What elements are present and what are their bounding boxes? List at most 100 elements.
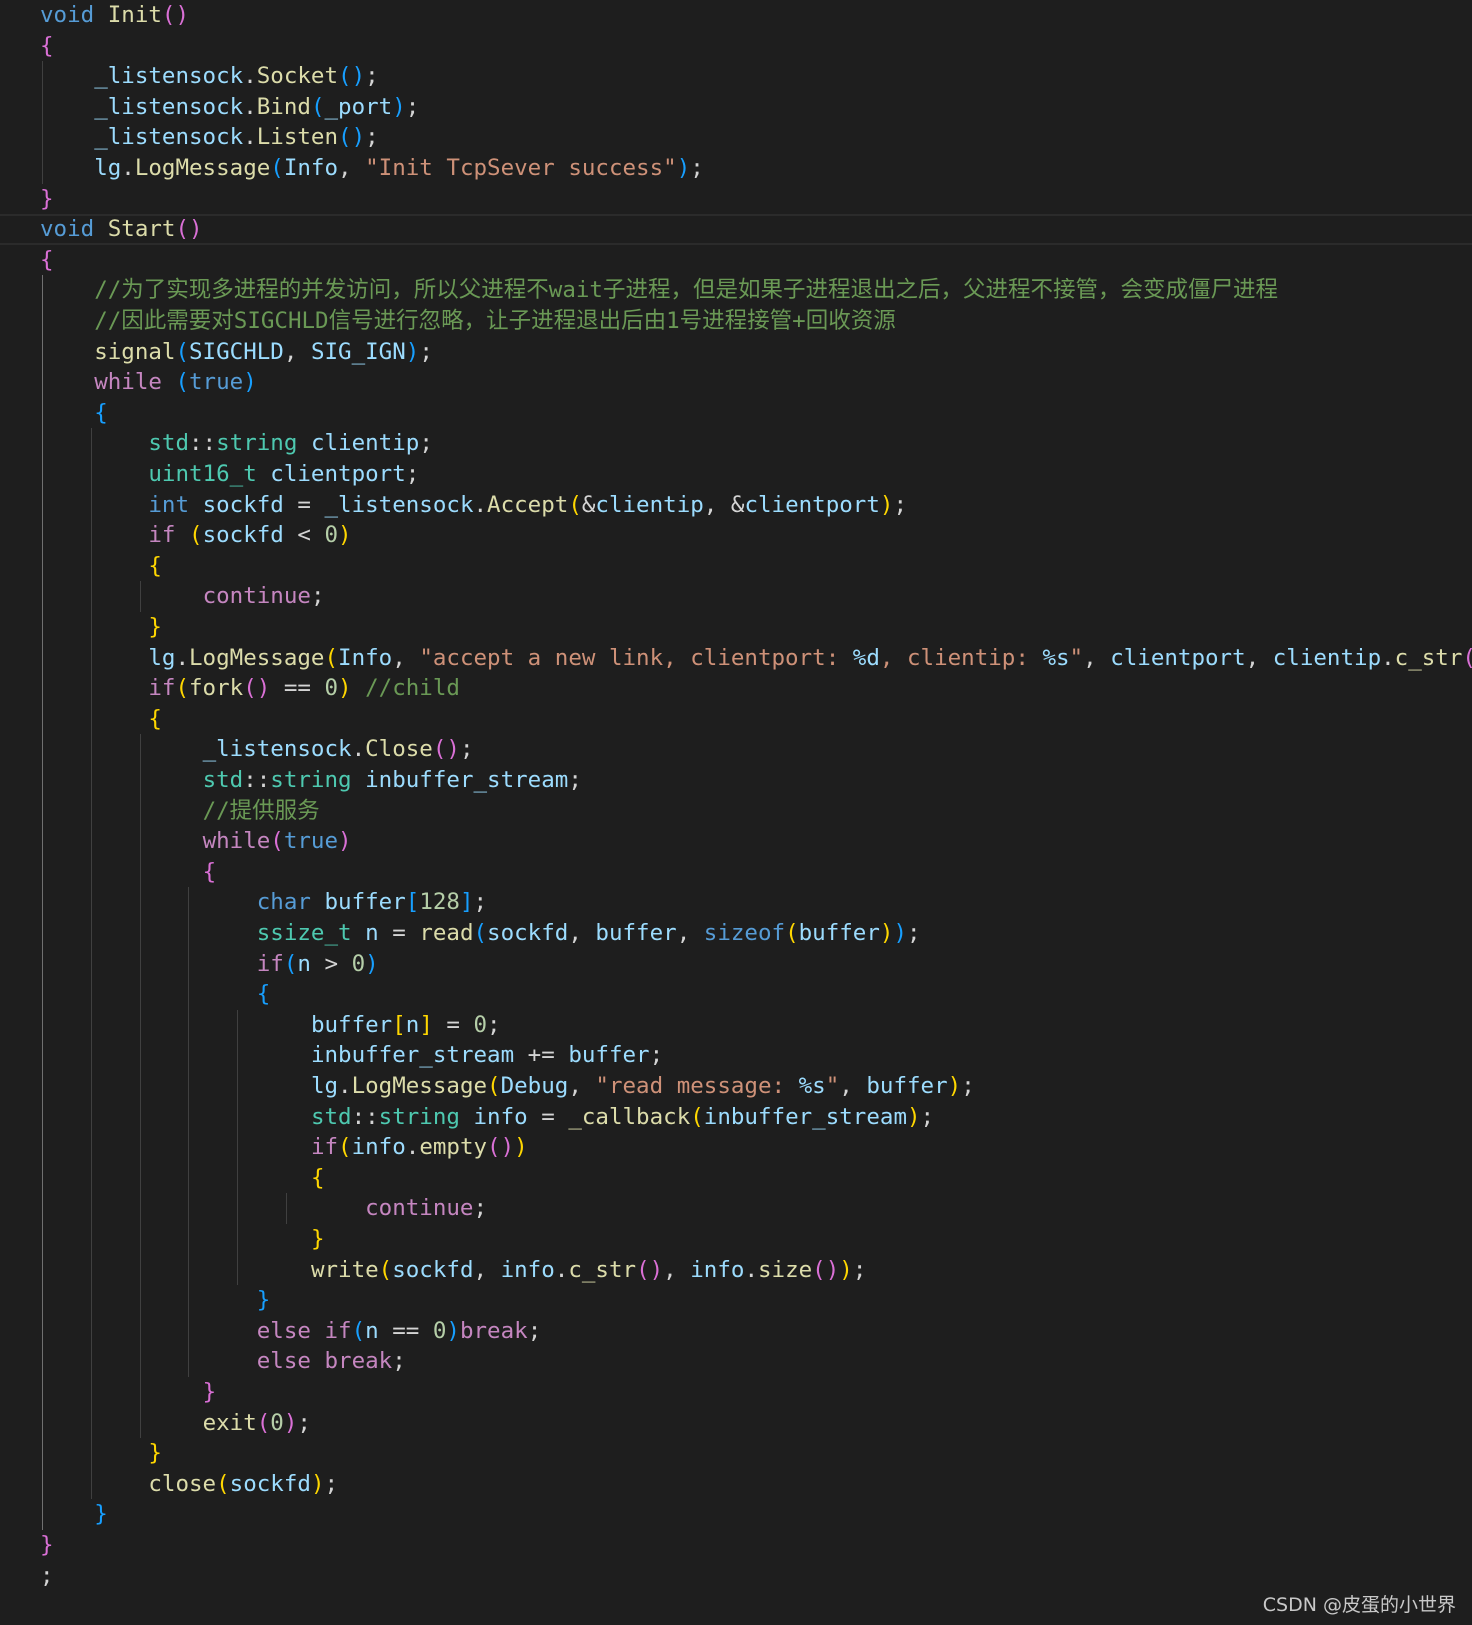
code-line[interactable]: continue; [0, 581, 1472, 612]
code-token: clientport [1110, 644, 1246, 671]
code-line[interactable]: _listensock.Close(); [0, 734, 1472, 765]
code-token: , & [703, 491, 745, 518]
code-line[interactable]: //提供服务 [0, 796, 1472, 827]
code-editor[interactable]: void Init(){ _listensock.Socket(); _list… [0, 0, 1472, 1625]
code-token: ; [405, 461, 420, 487]
code-line[interactable]: while(true) [0, 826, 1472, 857]
code-token: [ [392, 1011, 406, 1038]
code-line[interactable]: _listensock.Bind(_port); [0, 92, 1472, 123]
code-line[interactable]: { [0, 398, 1472, 429]
code-token: string [216, 430, 298, 457]
code-token: { [94, 399, 108, 426]
code-line[interactable]: lg.LogMessage(Info, "Init TcpSever succe… [0, 153, 1472, 184]
code-token: } [310, 1226, 325, 1252]
code-line-text: int sockfd = _listensock.Accept(&clienti… [40, 490, 907, 521]
code-line[interactable]: _listensock.Listen(); [0, 122, 1472, 153]
code-line[interactable]: } [0, 1438, 1472, 1469]
code-line[interactable]: else break; [0, 1346, 1472, 1377]
code-line[interactable]: //为了实现多进程的并发访问，所以父进程不wait子进程，但是如果子进程退出之后… [0, 275, 1472, 306]
code-token: buffer [324, 889, 406, 916]
code-line[interactable]: { [0, 551, 1472, 582]
code-line[interactable]: } [0, 184, 1472, 215]
code-line[interactable]: if (sockfd < 0) [0, 520, 1472, 551]
code-token: true [283, 828, 339, 855]
code-line[interactable]: if(n > 0) [0, 949, 1472, 980]
code-line[interactable]: exit(0); [0, 1408, 1472, 1439]
code-line-text: ; [40, 1561, 54, 1592]
code-line[interactable]: { [0, 704, 1472, 735]
code-token: ] [459, 889, 474, 916]
code-line[interactable]: inbuffer_stream += buffer; [0, 1040, 1472, 1071]
code-line[interactable]: else if(n == 0)break; [0, 1316, 1472, 1347]
code-line[interactable]: std::string clientip; [0, 428, 1472, 459]
code-line-text: } [40, 612, 162, 643]
code-line[interactable]: std::string inbuffer_stream; [0, 765, 1472, 796]
code-line[interactable]: } [0, 1499, 1472, 1530]
code-line[interactable]: continue; [0, 1193, 1472, 1224]
code-line[interactable]: { [0, 1163, 1472, 1194]
code-line[interactable]: } [0, 612, 1472, 643]
code-token: ; [852, 1256, 867, 1283]
code-token: read [419, 920, 474, 946]
code-line[interactable]: ssize_t n = read(sockfd, buffer, sizeof(… [0, 918, 1472, 949]
code-line[interactable]: std::string info = _callback(inbuffer_st… [0, 1102, 1472, 1133]
code-line[interactable]: //因此需要对SIGCHLD信号进行忽略，让子进程退出后由1号进程接管+回收资源 [0, 306, 1472, 337]
code-line[interactable]: close(sockfd); [0, 1469, 1472, 1500]
code-line[interactable]: if(info.empty()) [0, 1132, 1472, 1163]
code-line-text: signal(SIGCHLD, SIG_IGN); [40, 337, 433, 368]
code-token: . [554, 1256, 569, 1283]
code-token: clientip [310, 430, 420, 457]
code-token: int [148, 491, 190, 518]
code-line[interactable]: { [0, 31, 1472, 62]
code-token: , [663, 1256, 691, 1283]
code-line[interactable]: { [0, 979, 1472, 1010]
code-token: ( [473, 920, 488, 946]
code-line[interactable]: signal(SIGCHLD, SIG_IGN); [0, 337, 1472, 368]
code-token: _listensock [94, 63, 244, 90]
code-line-text: _listensock.Socket(); [40, 61, 378, 92]
code-line[interactable]: _listensock.Socket(); [0, 61, 1472, 92]
code-token: ( [785, 920, 799, 946]
code-line-text: if(info.empty()) [40, 1132, 528, 1163]
code-token: ( [351, 1317, 366, 1344]
code-token: LogMessage [134, 155, 271, 181]
code-line[interactable]: { [0, 857, 1472, 888]
code-line[interactable]: } [0, 1377, 1472, 1408]
code-line-text: { [40, 398, 108, 429]
code-line[interactable]: buffer[n] = 0; [0, 1010, 1472, 1041]
code-line[interactable]: write(sockfd, info.c_str(), info.size())… [0, 1255, 1472, 1286]
code-token: else [256, 1348, 311, 1375]
code-line[interactable]: lg.LogMessage(Debug, "read message: %s",… [0, 1071, 1472, 1102]
code-token: c_str [568, 1256, 637, 1283]
code-line[interactable]: } [0, 1530, 1472, 1561]
code-line[interactable]: } [0, 1224, 1472, 1255]
code-line[interactable]: } [0, 1285, 1472, 1316]
code-line-text: else break; [40, 1346, 406, 1377]
code-token: fork [189, 675, 244, 702]
code-line-text: continue; [40, 1193, 487, 1224]
code-token: break [459, 1317, 528, 1344]
code-line[interactable]: while (true) [0, 367, 1472, 398]
code-token: %s [798, 1073, 826, 1099]
code-line[interactable]: int sockfd = _listensock.Accept(&clienti… [0, 490, 1472, 521]
code-line[interactable]: void Init() [0, 0, 1472, 31]
code-line[interactable]: ; [0, 1561, 1472, 1592]
code-line[interactable]: { [0, 245, 1472, 276]
code-token: n [365, 1317, 379, 1344]
code-line[interactable]: char buffer[128]; [0, 887, 1472, 918]
code-token: { [310, 1164, 325, 1191]
code-line[interactable]: if(fork() == 0) //child [0, 673, 1472, 704]
code-line[interactable]: void Start() [0, 214, 1472, 245]
code-line[interactable]: lg.LogMessage(Info, "accept a new link, … [0, 643, 1472, 674]
code-token: std [310, 1103, 352, 1130]
code-line[interactable]: uint16_t clientport; [0, 459, 1472, 490]
